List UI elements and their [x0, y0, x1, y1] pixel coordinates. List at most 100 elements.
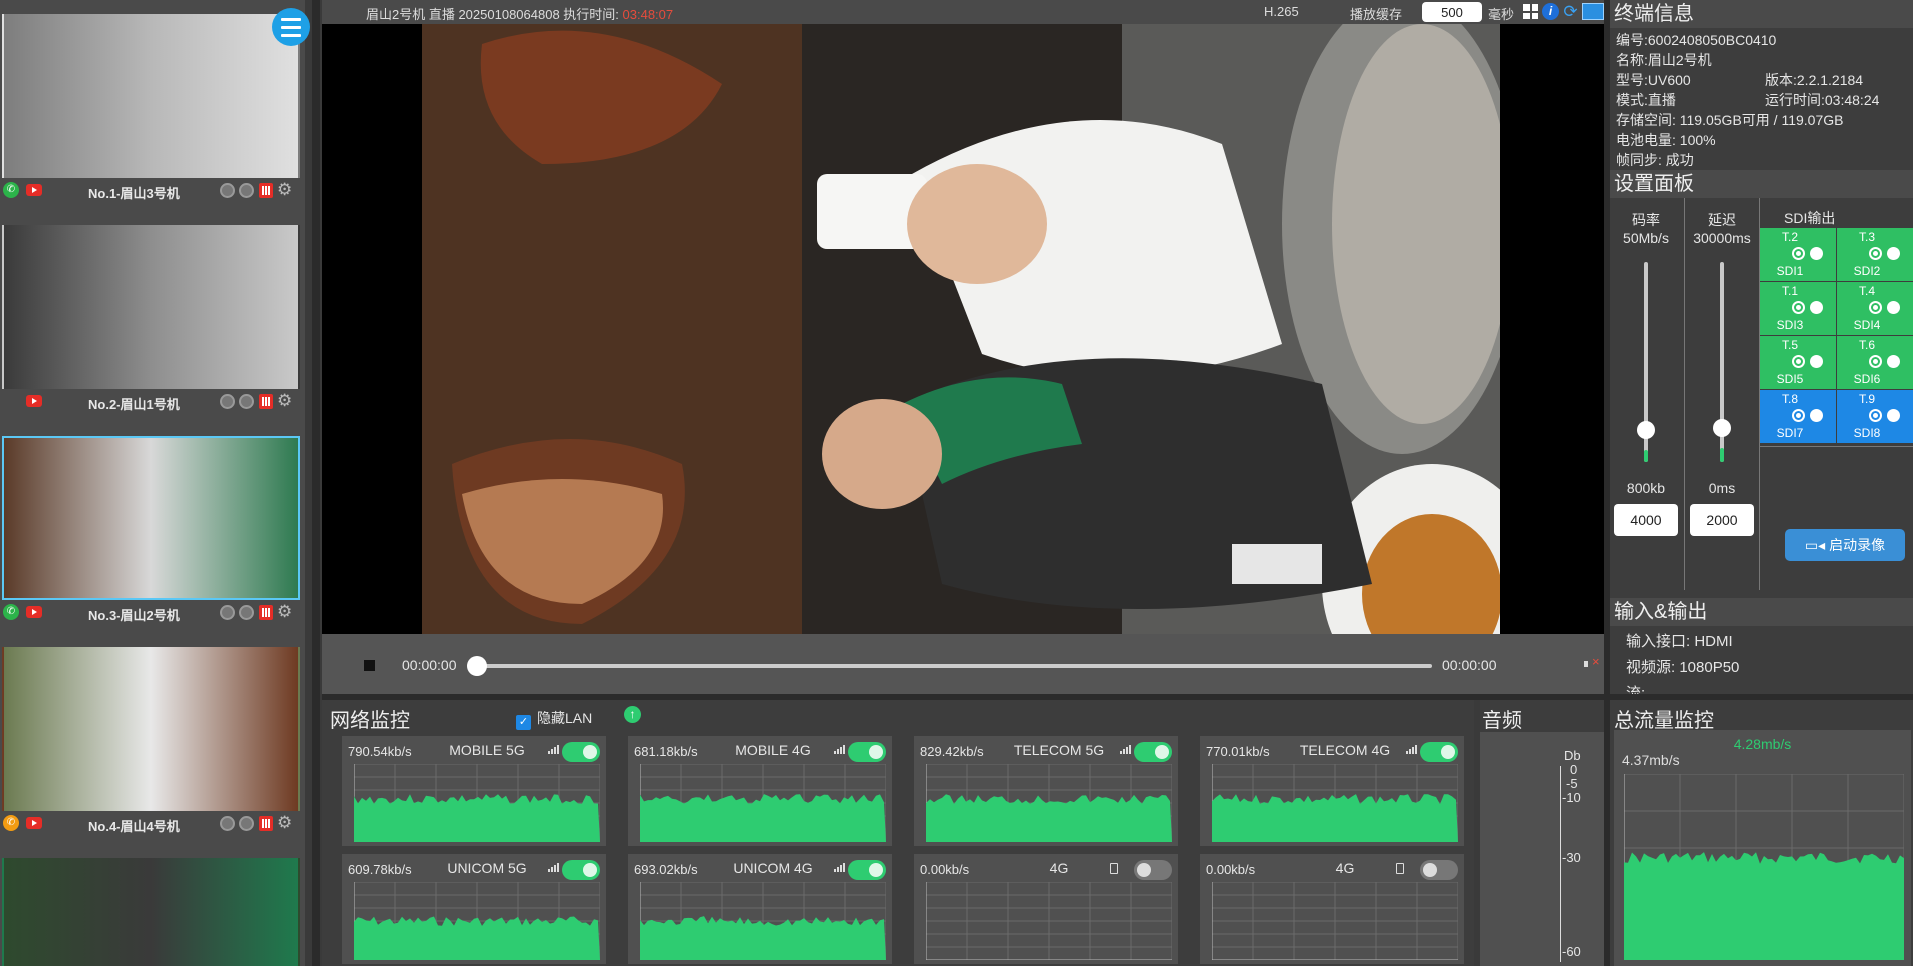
progress-bar[interactable]: [472, 664, 1432, 668]
sdi-track-label: T.6: [1858, 338, 1875, 352]
delay-slider-fill: [1720, 448, 1724, 462]
status-dot-icon: [220, 816, 235, 831]
fullscreen-icon[interactable]: [1582, 3, 1604, 20]
grid-layout-icon[interactable]: [1522, 3, 1539, 20]
bars-icon[interactable]: [259, 605, 273, 620]
youtube-icon[interactable]: [26, 395, 42, 407]
camera-sidebar: ✆ No.1-眉山3号机 ⚙ No.2-眉山1号机 ⚙ ✆ No.3-眉山2号机 ⚙ ✆ No.4…: [0, 0, 305, 966]
bars-icon[interactable]: [259, 816, 273, 831]
checkbox-icon[interactable]: ✓: [516, 715, 531, 730]
youtube-icon[interactable]: [26, 606, 42, 618]
camera-thumbnail[interactable]: [2, 14, 300, 178]
traffic-chart: 4.28mb/s 4.37mb/s: [1614, 730, 1911, 966]
camera-thumbnail[interactable]: [2, 225, 300, 389]
network-toggle[interactable]: [848, 860, 886, 880]
network-toggle[interactable]: [1134, 860, 1172, 880]
status-dot-icon: [220, 605, 235, 620]
camera-thumbnail[interactable]: [2, 647, 300, 811]
bitrate-input[interactable]: [1614, 504, 1678, 536]
camera-name: No.4-眉山4号机: [88, 819, 180, 834]
camera-item[interactable]: ✆ No.4-眉山4号机 ⚙: [0, 647, 303, 837]
bars-icon[interactable]: [259, 394, 273, 409]
network-toggle[interactable]: [1420, 742, 1458, 762]
gear-icon[interactable]: ⚙: [277, 392, 292, 410]
camera-item[interactable]: ✆ No.3-眉山2号机 ⚙: [0, 436, 303, 626]
sdi-output-tile[interactable]: T.5 SDI5: [1760, 336, 1836, 389]
delay-slider-knob[interactable]: [1713, 419, 1731, 437]
network-name: UNICOM 5G: [447, 860, 527, 876]
io-panel: 输入&输出 输入接口: HDMI 视频源: 1080P50 流:: [1610, 598, 1913, 694]
video-area[interactable]: [322, 24, 1610, 634]
network-name: MOBILE 4G: [735, 742, 811, 758]
network-toggle[interactable]: [562, 860, 600, 880]
network-graph: [1212, 882, 1458, 960]
sdi-output-tile[interactable]: T.1 SDI3: [1760, 282, 1836, 335]
sdi-output-tile[interactable]: T.6 SDI6: [1837, 336, 1913, 389]
info-icon[interactable]: i: [1542, 3, 1559, 20]
sidebar-scrollbar[interactable]: [312, 0, 320, 966]
youtube-icon[interactable]: [26, 184, 42, 196]
camera-item[interactable]: ✆ No.1-眉山3号机 ⚙: [0, 14, 303, 204]
network-toggle[interactable]: [848, 742, 886, 762]
network-graph: [1212, 764, 1458, 842]
network-toggle[interactable]: [562, 742, 600, 762]
network-toggle[interactable]: [1134, 742, 1172, 762]
traffic-max: 4.37mb/s: [1622, 752, 1680, 768]
io-title: 输入&输出: [1610, 598, 1913, 626]
device-mode: 模式:直播: [1616, 92, 1676, 108]
upload-arrow-icon[interactable]: ↑: [624, 706, 641, 723]
network-rate: 829.42kb/s: [920, 744, 984, 759]
sdi-output-tile[interactable]: T.2 SDI1: [1760, 228, 1836, 281]
sdi-output-tile[interactable]: T.8 SDI7: [1760, 390, 1836, 443]
lock-icon: [1810, 247, 1823, 260]
video-frame[interactable]: [422, 24, 1500, 634]
start-record-button[interactable]: ▭◂ 启动录像: [1785, 529, 1905, 561]
gear-icon[interactable]: ⚙: [277, 603, 292, 621]
sdi-track-label: T.2: [1781, 230, 1798, 244]
lock-icon: [1887, 301, 1900, 314]
elapsed-time: 03:48:07: [622, 7, 674, 22]
network-rate: 770.01kb/s: [1206, 744, 1270, 759]
signal-icon: [1406, 745, 1417, 754]
phone-icon[interactable]: ✆: [3, 815, 19, 831]
network-toggle[interactable]: [1420, 860, 1458, 880]
camera-thumbnail[interactable]: [2, 858, 300, 966]
db-axis: [1560, 766, 1561, 962]
youtube-icon[interactable]: [26, 817, 42, 829]
input-port: 输入接口: HDMI: [1626, 633, 1733, 650]
progress-knob[interactable]: [467, 656, 487, 676]
traffic-graph: [1624, 774, 1904, 960]
gear-icon[interactable]: ⚙: [277, 814, 292, 832]
target-icon: [1792, 247, 1805, 260]
buffer-input[interactable]: [1422, 2, 1482, 22]
sdi-output-tile[interactable]: T.4 SDI4: [1837, 282, 1913, 335]
mute-icon[interactable]: [1584, 654, 1602, 671]
camera-name: No.1-眉山3号机: [88, 186, 180, 201]
camera-thumbnail[interactable]: [2, 436, 300, 600]
camera-item[interactable]: [0, 858, 303, 966]
sdi-output-tile[interactable]: T.3 SDI2: [1837, 228, 1913, 281]
db-tick: 0: [1570, 762, 1578, 777]
bars-icon[interactable]: [259, 183, 273, 198]
network-graph: [640, 882, 886, 960]
serial-number: 编号:6002408050BC0410: [1616, 32, 1777, 48]
gear-icon[interactable]: ⚙: [277, 181, 292, 199]
traffic-monitor-title: 总流量监控: [1614, 710, 1714, 732]
buffer-label: 播放缓存: [1350, 7, 1403, 22]
camera-item[interactable]: No.2-眉山1号机 ⚙: [0, 225, 303, 415]
stop-button[interactable]: [364, 660, 375, 671]
bitrate-min: 800kb: [1626, 480, 1666, 496]
phone-icon[interactable]: ✆: [3, 182, 19, 198]
menu-button[interactable]: [272, 8, 310, 46]
signal-icon: [834, 863, 845, 872]
phone-icon[interactable]: ✆: [3, 604, 19, 620]
refresh-icon[interactable]: ⟳: [1562, 3, 1579, 20]
app-root: ✆ No.1-眉山3号机 ⚙ No.2-眉山1号机 ⚙ ✆ No.3-眉山2号机 ⚙ ✆ No.4…: [0, 0, 1913, 966]
db-unit-label: Db: [1564, 748, 1581, 763]
hide-lan-checkbox[interactable]: ✓ 隐藏LAN: [516, 708, 592, 730]
sdi-port-label: SDI1: [1776, 264, 1804, 278]
sdi-output-tile[interactable]: T.9 SDI8: [1837, 390, 1913, 443]
delay-input[interactable]: [1690, 504, 1754, 536]
bitrate-slider-knob[interactable]: [1637, 421, 1655, 439]
network-card: 770.01kb/s TELECOM 4G: [1200, 736, 1464, 846]
